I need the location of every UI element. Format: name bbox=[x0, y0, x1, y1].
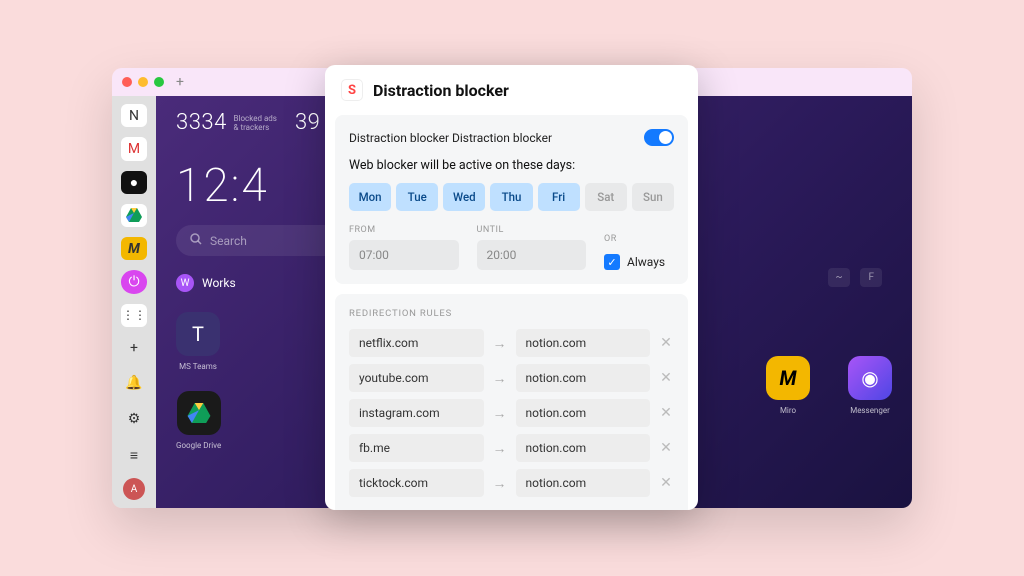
user-avatar[interactable]: A bbox=[123, 478, 145, 500]
workspace-label: Works bbox=[202, 276, 236, 290]
delete-rule-icon[interactable]: ✕ bbox=[658, 440, 674, 456]
blocker-toggle[interactable] bbox=[644, 129, 674, 146]
menu-icon[interactable]: ≡ bbox=[121, 442, 147, 468]
rule-from-input[interactable]: netflix.com bbox=[349, 329, 484, 357]
until-label: Until bbox=[477, 225, 587, 235]
new-tab-button[interactable]: + bbox=[176, 74, 184, 90]
day-sat[interactable]: Sat bbox=[585, 183, 627, 211]
rule-to-input[interactable]: notion.com bbox=[516, 469, 651, 497]
sidebar-app-slack[interactable]: ⋮⋮ bbox=[121, 304, 147, 327]
notifications-icon[interactable]: 🔔 bbox=[121, 370, 147, 396]
rules-title: Redirection rules bbox=[349, 308, 674, 319]
search-icon bbox=[190, 233, 202, 248]
sidebar-app-miro[interactable]: M bbox=[121, 237, 147, 260]
day-mon[interactable]: Mon bbox=[349, 183, 391, 211]
day-fri[interactable]: Fri bbox=[538, 183, 580, 211]
sidebar-app-gmail[interactable]: M bbox=[121, 137, 147, 160]
sidebar-add-app[interactable]: + bbox=[121, 337, 147, 360]
rule-to-input[interactable]: notion.com bbox=[516, 399, 651, 427]
apps-grid-right: M Miro ◉ Messenger bbox=[766, 356, 892, 415]
rules-list: netflix.com → notion.com ✕ youtube.com → notio… bbox=[349, 329, 674, 497]
days-row: MonTueWedThuFriSatSun bbox=[349, 183, 674, 211]
sidebar-app-power[interactable]: ⏻ bbox=[121, 270, 147, 293]
rule-from-input[interactable]: instagram.com bbox=[349, 399, 484, 427]
arrow-right-icon: → bbox=[492, 335, 508, 352]
redirection-rule: ticktock.com → notion.com ✕ bbox=[349, 469, 674, 497]
delete-rule-icon[interactable]: ✕ bbox=[658, 335, 674, 351]
from-time-input[interactable]: 07:00 bbox=[349, 240, 459, 270]
day-tue[interactable]: Tue bbox=[396, 183, 438, 211]
settings-icon[interactable]: ⚙ bbox=[121, 406, 147, 432]
workspace-badge: W bbox=[176, 274, 194, 292]
search-shortcut-2[interactable]: F bbox=[860, 268, 882, 287]
blocked-count: 3334 bbox=[176, 110, 227, 135]
app-sidebar: N M ● M ⏻ ⋮⋮ + 🔔 ⚙ ≡ A bbox=[112, 96, 156, 508]
redirection-rule: fb.me → notion.com ✕ bbox=[349, 434, 674, 462]
search-placeholder: Search bbox=[210, 234, 247, 248]
distraction-blocker-popup: S Distraction blocker Distraction blocke… bbox=[325, 65, 698, 510]
rule-from-input[interactable]: ticktock.com bbox=[349, 469, 484, 497]
rule-from-input[interactable]: youtube.com bbox=[349, 364, 484, 392]
rule-to-input[interactable]: notion.com bbox=[516, 329, 651, 357]
from-label: From bbox=[349, 225, 459, 235]
redirection-rule: netflix.com → notion.com ✕ bbox=[349, 329, 674, 357]
always-checkbox[interactable]: ✓ bbox=[604, 254, 620, 270]
rule-to-input[interactable]: notion.com bbox=[516, 434, 651, 462]
sidebar-app-drive[interactable] bbox=[121, 204, 147, 227]
redirection-rule: instagram.com → notion.com ✕ bbox=[349, 399, 674, 427]
or-label: Or bbox=[604, 234, 674, 244]
day-sun[interactable]: Sun bbox=[632, 183, 674, 211]
blocker-toggle-label: Distraction blocker Distraction blocker bbox=[349, 131, 552, 145]
day-thu[interactable]: Thu bbox=[490, 183, 532, 211]
always-label: Always bbox=[627, 255, 665, 269]
minimize-window-button[interactable] bbox=[138, 77, 148, 87]
close-window-button[interactable] bbox=[122, 77, 132, 87]
arrow-right-icon: → bbox=[492, 440, 508, 457]
maximize-window-button[interactable] bbox=[154, 77, 164, 87]
schedule-desc: Web blocker will be active on these days… bbox=[349, 158, 674, 173]
delete-rule-icon[interactable]: ✕ bbox=[658, 405, 674, 421]
schedule-section: Distraction blocker Distraction blocker … bbox=[335, 115, 688, 284]
popup-app-icon: S bbox=[341, 79, 363, 101]
sidebar-app-notion[interactable]: N bbox=[121, 104, 147, 127]
app-tile-miro[interactable]: M Miro bbox=[766, 356, 810, 415]
until-time-input[interactable]: 20:00 bbox=[477, 240, 587, 270]
blocked-label: Blocked ads& trackers bbox=[234, 115, 277, 133]
app-tile-drive[interactable]: Google Drive bbox=[176, 391, 221, 450]
day-wed[interactable]: Wed bbox=[443, 183, 485, 211]
app-tile-messenger[interactable]: ◉ Messenger bbox=[848, 356, 892, 415]
redirection-rule: youtube.com → notion.com ✕ bbox=[349, 364, 674, 392]
search-shortcut-1[interactable]: ~ bbox=[828, 268, 851, 287]
delete-rule-icon[interactable]: ✕ bbox=[658, 370, 674, 386]
stat-pct: 39 bbox=[295, 110, 320, 135]
arrow-right-icon: → bbox=[492, 370, 508, 387]
popup-header: S Distraction blocker bbox=[325, 65, 698, 115]
rule-from-input[interactable]: fb.me bbox=[349, 434, 484, 462]
app-tile-teams[interactable]: T MS Teams bbox=[176, 312, 220, 371]
popup-title: Distraction blocker bbox=[373, 81, 509, 100]
delete-rule-icon[interactable]: ✕ bbox=[658, 475, 674, 491]
sidebar-app-github[interactable]: ● bbox=[121, 171, 147, 194]
arrow-right-icon: → bbox=[492, 405, 508, 422]
rules-section: Redirection rules netflix.com → notion.com… bbox=[335, 294, 688, 510]
arrow-right-icon: → bbox=[492, 475, 508, 492]
rule-to-input[interactable]: notion.com bbox=[516, 364, 651, 392]
